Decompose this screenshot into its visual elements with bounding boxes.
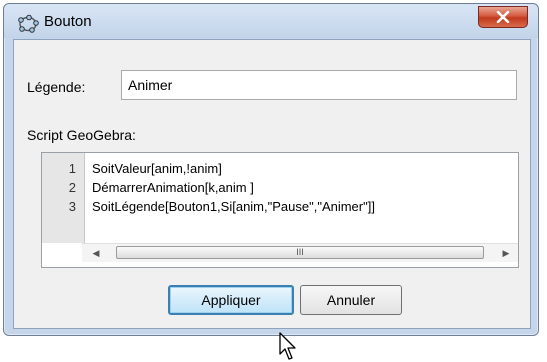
close-icon [496,11,510,23]
line-number-gutter: 1 2 3 [42,153,85,243]
title-bar[interactable]: Bouton [4,4,538,38]
script-editor[interactable]: 1 2 3 SoitValeur[anim,!anim] DémarrerAni… [41,152,519,268]
window-title: Bouton [44,13,92,30]
dialog-body: Légende: Script GeoGebra: 1 2 3 SoitVale… [13,39,531,360]
code-line[interactable]: SoitLégende[Bouton1,Si[anim,"Pause","Ani… [92,199,375,214]
scroll-right-icon[interactable]: ▶ [500,247,512,259]
caption-label: Légende: [27,79,86,95]
code-line[interactable]: DémarrerAnimation[k,anim ] [92,180,254,195]
cancel-button[interactable]: Annuler [300,285,402,315]
line-number: 1 [68,161,76,176]
caption-input[interactable] [121,70,517,100]
dialog-window: Bouton Légende: Script GeoGebra: 1 2 3 S… [3,3,539,360]
scroll-thumb[interactable]: III [116,246,484,259]
line-number: 3 [68,199,76,214]
mouse-cursor-icon [279,332,296,360]
line-number: 2 [68,180,76,195]
script-label: Script GeoGebra: [27,127,136,143]
grip-icon: III [296,247,304,257]
apply-button[interactable]: Appliquer [168,285,294,315]
close-button[interactable] [478,6,528,28]
scroll-left-icon[interactable]: ◀ [90,247,102,259]
code-line[interactable]: SoitValeur[anim,!anim] [92,161,222,176]
horizontal-scrollbar[interactable]: ◀ III ▶ [82,243,518,262]
geogebra-icon [18,14,39,33]
